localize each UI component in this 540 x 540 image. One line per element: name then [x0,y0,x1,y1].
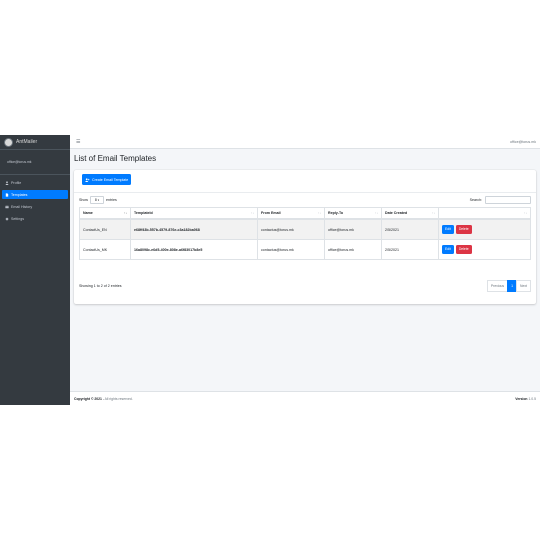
entries-length-control: Show 8 ▾ entries [79,196,117,204]
show-label: Show [79,198,88,202]
main-content: List of Email Templates Create Email Tem… [70,149,540,391]
column-header-name[interactable]: Name ↑↓ [79,207,131,220]
cell-actions: Edit Delete [438,239,531,260]
chevron-down-icon: ▾ [97,198,100,202]
hamburger-menu-icon[interactable]: ☰ [76,139,80,145]
pagination-next[interactable]: Next [516,280,531,292]
sort-icon: ↑↓ [375,211,378,215]
brand-name: AntMailer [16,139,38,145]
sidebar-item-email-history[interactable]: Email History [2,202,68,211]
sidebar-item-label: Profile [11,180,22,185]
sidebar-item-settings[interactable]: Settings [2,214,68,223]
rights-text: All rights reserved. [104,396,133,401]
pagination-previous[interactable]: Previous [486,280,509,292]
copyright-text: Copyright © 2021 . [74,396,104,401]
sort-icon: ↑↓ [318,211,321,215]
gear-icon [5,217,9,220]
cell-actions: Edit Delete [438,219,531,240]
sort-icon: ↑↓ [524,211,527,215]
cell-date-created: 2/5/2021 [381,219,439,240]
sort-icon: ↑↓ [432,211,435,215]
edit-button[interactable]: Edit [442,245,454,254]
sidebar-item-label: Settings [11,216,24,221]
entries-select-value: 8 [94,198,97,202]
user-icon [5,180,9,185]
column-header-reply-to[interactable]: Reply-To ↑↓ [324,207,382,220]
sort-icon: ↑↓ [251,211,254,215]
sidebar-item-label: Templates [11,192,28,197]
version-label: Version [515,396,528,401]
card-header: Create Email Template [74,170,536,193]
cell-reply-to: office@torus.mk [324,219,382,240]
file-icon [5,192,9,197]
column-header-label: TemplateId [134,211,153,215]
brand[interactable]: AntMailer [0,135,70,150]
create-email-template-button[interactable]: Create Email Template [82,174,132,185]
sidebar-nav: Profile Templates Email History Settings [0,178,70,223]
table-row: ContactUs_EN e68ff43b-557b-4579-876e-c3a… [79,219,531,240]
sidebar-item-templates[interactable]: Templates [2,190,68,199]
cell-reply-to: office@torus.mk [324,239,382,260]
delete-button[interactable]: Delete [455,225,472,234]
templates-table: Name ↑↓ TemplateId ↑↓ From Email ↑↓ Reply-T… [79,207,531,260]
cell-name: ContactUs_EN [79,219,131,240]
cell-date-created: 2/5/2021 [381,239,439,260]
user-plus-icon [85,177,90,182]
sidebar-item-profile[interactable]: Profile [2,178,68,187]
column-header-label: From Email [261,211,281,215]
column-header-label: Date Created [385,211,408,215]
brand-logo-icon [4,137,13,147]
envelope-icon [5,205,9,208]
create-button-label: Create Email Template [92,177,129,182]
sort-icon: ↑↓ [124,211,127,215]
sidebar-item-label: Email History [11,204,33,209]
entries-select[interactable]: 8 ▾ [90,196,104,204]
column-header-actions[interactable]: ↑↓ [438,207,531,220]
search-input[interactable] [485,196,531,204]
table-header-row: Name ↑↓ TemplateId ↑↓ From Email ↑↓ Reply-T… [79,207,531,220]
column-header-templateid[interactable]: TemplateId ↑↓ [130,207,258,220]
cell-template-id: 16a8098c-e6d5-400e-808e-a6f83017b8e5 [130,239,258,260]
version-number: 1.0.5 [528,396,536,401]
column-header-from-email[interactable]: From Email ↑↓ [257,207,325,220]
footer-copyright: Copyright © 2021 . All rights reserved. [74,397,133,401]
top-navbar: ☰ office@torus.mk [70,135,540,149]
cell-from-email: contactus@torus.mk [257,239,325,260]
table-info: Showing 1 to 2 of 2 entries [79,284,122,288]
sidebar: AntMailer office@torus.mk Profile Templa… [0,135,70,405]
search-control: Search: [470,196,531,204]
pagination: Previous 1 Next [486,280,531,292]
cell-template-id: e68ff43b-557b-4579-876e-c3a182ba068 [130,219,258,240]
column-header-label: Name [83,211,93,215]
entries-label: entries [106,198,117,202]
cell-from-email: contactus@torus.mk [257,219,325,240]
header-user-email[interactable]: office@torus.mk [510,140,536,144]
edit-button[interactable]: Edit [442,225,454,234]
footer-version: Version 1.0.5 [515,397,536,401]
cell-name: ContactUs_MK [79,239,131,260]
table-row: ContactUs_MK 16a8098c-e6d5-400e-808e-a6f… [79,239,531,260]
templates-card: Create Email Template Show 8 ▾ entries S… [74,170,536,304]
footer: Copyright © 2021 . All rights reserved. … [70,391,540,405]
app-window: AntMailer office@torus.mk Profile Templa… [0,135,540,405]
column-header-label: Reply-To [328,211,344,215]
delete-button[interactable]: Delete [455,245,472,254]
user-panel[interactable]: office@torus.mk [0,150,70,175]
search-label: Search: [469,198,482,202]
user-email: office@torus.mk [7,160,32,164]
page-title: List of Email Templates [74,154,157,163]
column-header-date-created[interactable]: Date Created ↑↓ [381,207,439,220]
